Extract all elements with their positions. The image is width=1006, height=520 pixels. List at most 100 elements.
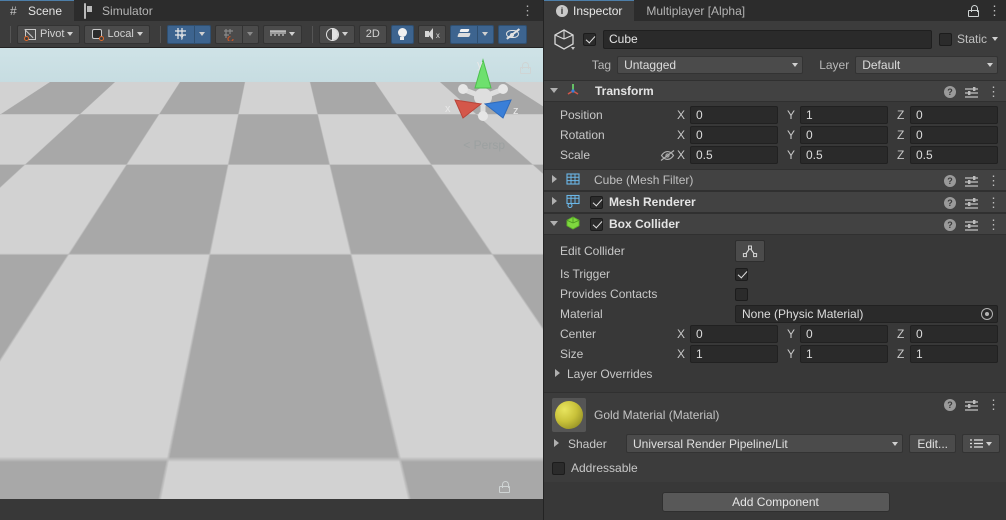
scene-lock-icon[interactable] <box>499 480 510 493</box>
foldout-arrow-icon[interactable] <box>550 175 560 185</box>
gameobject-enabled-checkbox[interactable] <box>583 32 596 46</box>
material-foldout-arrow-icon[interactable] <box>552 438 562 449</box>
2d-toggle-button[interactable]: 2D <box>358 24 387 44</box>
scene-panel: # Scene Simulator ⋮ Pivot Local Y 2D x x… <box>0 0 543 520</box>
material-menu-icon[interactable]: ⋮ <box>987 398 1000 411</box>
effects-toggle[interactable] <box>449 24 478 44</box>
component-menu-icon[interactable]: ⋮ <box>987 218 1000 231</box>
scene-visibility-button[interactable] <box>497 24 527 44</box>
rotate-tool-button[interactable] <box>9 162 35 185</box>
handle-rotation-button[interactable]: Local <box>84 24 150 44</box>
object-picker-icon[interactable] <box>981 308 993 320</box>
rotation-z-input[interactable]: 0 <box>910 126 998 144</box>
scene-viewport[interactable]: x y z < Persp ⋮ <box>0 48 543 499</box>
gameobject-name-input[interactable]: Cube <box>603 29 932 49</box>
rect-tool-button[interactable] <box>9 212 35 235</box>
shader-edit-button[interactable]: Edit... <box>909 434 956 453</box>
layer-overrides-row[interactable]: Layer Overrides <box>544 364 1006 384</box>
tab-inspector[interactable]: i Inspector <box>544 0 635 21</box>
scale-y-input[interactable]: 0.5 <box>800 146 888 164</box>
foldout-arrow-icon[interactable] <box>550 219 560 229</box>
size-z-input[interactable]: 1 <box>910 345 998 363</box>
grid-snap-toggle[interactable]: Y <box>166 24 195 44</box>
position-y-input[interactable]: 1 <box>800 106 888 124</box>
center-z-input[interactable]: 0 <box>910 325 998 343</box>
edit-collider-button[interactable] <box>735 240 765 262</box>
preset-icon[interactable] <box>965 399 978 411</box>
preset-icon[interactable] <box>965 219 978 231</box>
size-x-input[interactable]: 1 <box>690 345 778 363</box>
rect-icon <box>15 217 29 230</box>
inspector-lock-icon[interactable] <box>968 4 979 17</box>
center-y-input[interactable]: 0 <box>800 325 888 343</box>
add-component-button[interactable]: Add Component <box>661 492 890 512</box>
help-icon[interactable]: ? <box>944 219 956 231</box>
layer-dropdown[interactable]: Default <box>855 56 998 74</box>
chevron-down-icon[interactable] <box>992 37 998 41</box>
rotation-x-input[interactable]: 0 <box>690 126 778 144</box>
component-header-transform[interactable]: Transform ? ⋮ <box>544 80 1006 102</box>
component-menu-icon[interactable]: ⋮ <box>987 174 1000 187</box>
provides-contacts-checkbox[interactable] <box>735 287 748 301</box>
gizmo-lock-icon[interactable] <box>520 62 531 74</box>
component-header-mesh-filter[interactable]: Cube (Mesh Filter) ? ⋮ <box>544 169 1006 191</box>
inspector-menu-icon[interactable]: ⋮ <box>988 4 1001 17</box>
component-menu-icon[interactable]: ⋮ <box>987 85 1000 98</box>
hand-tool-button[interactable] <box>9 112 35 135</box>
move-gizmo[interactable] <box>185 244 365 414</box>
position-x-input[interactable]: 0 <box>690 106 778 124</box>
ruler-button[interactable] <box>262 24 302 44</box>
scene-footer-menu-icon[interactable]: ⋮ <box>520 479 533 495</box>
physic-material-field[interactable]: None (Physic Material) <box>735 305 998 323</box>
addressable-checkbox[interactable] <box>552 461 565 475</box>
transform-tool-button[interactable] <box>9 237 35 260</box>
grid-snap-dropdown[interactable] <box>194 24 211 44</box>
rotation-y-input[interactable]: 0 <box>800 126 888 144</box>
tab-simulator[interactable]: Simulator <box>74 0 165 21</box>
material-title: Gold Material (Material) <box>594 408 720 422</box>
shader-presets-button[interactable] <box>962 434 1000 453</box>
size-y-input[interactable]: 1 <box>800 345 888 363</box>
help-icon[interactable]: ? <box>944 175 956 187</box>
preset-icon[interactable] <box>965 175 978 187</box>
preset-icon[interactable] <box>965 86 978 98</box>
foldout-arrow-icon[interactable] <box>550 197 560 207</box>
component-header-mesh-renderer[interactable]: Mesh Renderer ? ⋮ <box>544 191 1006 213</box>
snap-increment-toggle[interactable] <box>214 24 243 44</box>
scale-tool-button[interactable] <box>9 187 35 210</box>
static-checkbox[interactable] <box>938 32 952 46</box>
box-collider-enabled-checkbox[interactable] <box>590 217 603 231</box>
foldout-arrow-icon[interactable] <box>553 369 563 379</box>
scale-z-input[interactable]: 0.5 <box>910 146 998 164</box>
shader-dropdown[interactable]: Universal Render Pipeline/Lit <box>626 434 904 453</box>
audio-mute-button[interactable]: x <box>417 24 446 44</box>
help-icon[interactable]: ? <box>944 86 956 98</box>
pivot-mode-button[interactable]: Pivot <box>17 24 81 44</box>
tab-scene[interactable]: # Scene <box>0 0 75 21</box>
size-label: Size <box>560 347 584 361</box>
is-trigger-checkbox[interactable] <box>735 267 748 281</box>
component-menu-icon[interactable]: ⋮ <box>987 196 1000 209</box>
help-icon[interactable]: ? <box>944 399 956 411</box>
scene-tab-menu-icon[interactable]: ⋮ <box>518 0 537 21</box>
preset-icon[interactable] <box>965 197 978 209</box>
projection-mode-label[interactable]: < Persp <box>463 138 505 152</box>
snap-increment-dropdown[interactable] <box>242 24 259 44</box>
mesh-renderer-enabled-checkbox[interactable] <box>590 195 603 209</box>
gizmo-axis-z-label: z <box>513 105 519 117</box>
center-x-input[interactable]: 0 <box>690 325 778 343</box>
move-tool-button[interactable] <box>9 137 35 160</box>
constrain-proportions-icon[interactable] <box>660 149 675 162</box>
palette-drag-handle[interactable] <box>9 102 33 110</box>
tag-dropdown[interactable]: Untagged <box>617 56 804 74</box>
foldout-arrow-icon[interactable] <box>550 86 560 96</box>
tab-multiplayer[interactable]: Multiplayer [Alpha] <box>634 0 757 21</box>
custom-editor-tool-button[interactable] <box>9 267 35 290</box>
scene-lighting-button[interactable] <box>390 24 414 44</box>
component-header-box-collider[interactable]: Box Collider ? ⋮ <box>544 213 1006 235</box>
shading-mode-button[interactable] <box>318 24 355 44</box>
scale-x-input[interactable]: 0.5 <box>690 146 778 164</box>
effects-dropdown[interactable] <box>477 24 494 44</box>
help-icon[interactable]: ? <box>944 197 956 209</box>
position-z-input[interactable]: 0 <box>910 106 998 124</box>
